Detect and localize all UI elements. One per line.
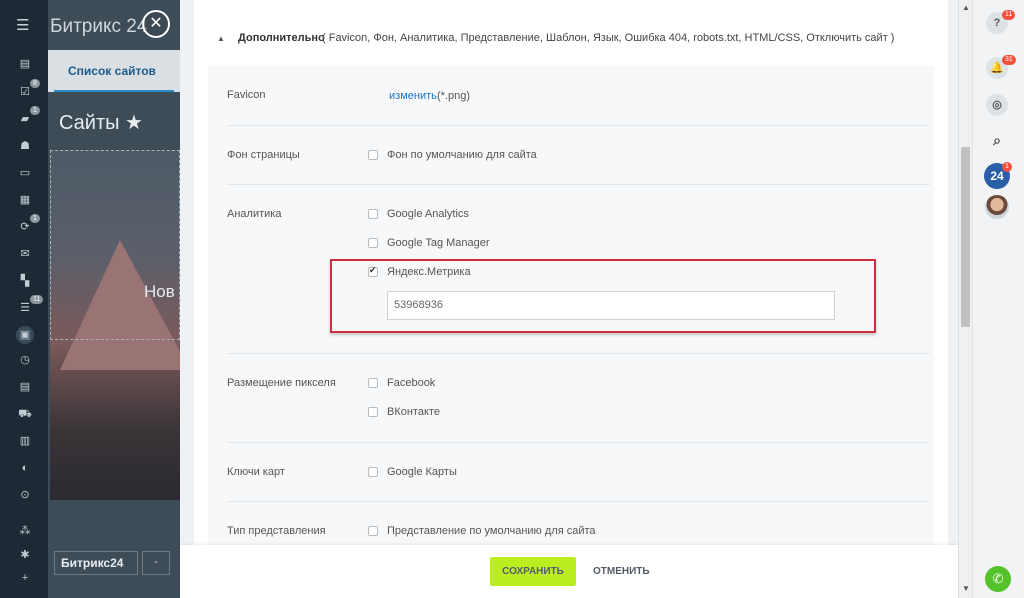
clock-icon[interactable]: ◷ <box>18 353 32 367</box>
google-maps-label[interactable]: Google Карты <box>387 466 457 478</box>
sync-counter: 1 <box>30 214 40 223</box>
settings-panel: ▲ Дополнительно ( Favicon, Фон, Аналитик… <box>194 0 948 545</box>
background-default-label[interactable]: Фон по умолчанию для сайта <box>387 149 537 161</box>
scrollbar[interactable]: ▲ ▼ <box>958 0 972 598</box>
favicon-change-link[interactable]: изменить <box>389 90 437 102</box>
section-details: ( Favicon, Фон, Аналитика, Представление… <box>322 32 895 44</box>
filter-icon[interactable]: ☰ <box>18 301 32 315</box>
scroll-up-icon[interactable]: ▲ <box>962 3 970 12</box>
help-badge: 11 <box>1002 10 1016 20</box>
groups-icon[interactable]: ☗ <box>18 139 32 153</box>
chat-counter: 1 <box>30 106 40 115</box>
vkontakte-label[interactable]: ВКонтакте <box>387 406 440 418</box>
save-button[interactable]: СОХРАНИТЬ <box>490 557 576 586</box>
gear-icon[interactable]: ✱ <box>18 548 32 562</box>
action-bar: СОХРАНИТЬ ОТМЕНИТЬ <box>180 545 958 598</box>
mail-icon[interactable]: ✉ <box>18 247 32 261</box>
footer-dropdown-button[interactable]: - <box>142 551 170 575</box>
cancel-button[interactable]: ОТМЕНИТЬ <box>593 566 650 577</box>
background-label: Фон страницы <box>227 149 300 161</box>
google-analytics-label[interactable]: Google Analytics <box>387 208 469 220</box>
contacts-icon[interactable]: ▤ <box>18 380 32 394</box>
yandex-metrika-checkbox[interactable] <box>368 265 378 277</box>
moon-icon[interactable]: ◐ <box>18 461 32 475</box>
background-default-checkbox[interactable] <box>368 150 378 160</box>
chat-bubble-icon[interactable]: ◎ <box>986 94 1008 116</box>
section-header-additional[interactable]: ▲ Дополнительно ( Favicon, Фон, Аналитик… <box>194 20 948 58</box>
right-sidebar: ? 11 🔔 31 ◎ ⌕ 24 1 ✆ <box>972 0 1024 598</box>
bitrix24-badge: 1 <box>1002 162 1012 172</box>
app-logo: Битрикс 24 <box>50 16 148 37</box>
tab-site-list[interactable]: Список сайтов <box>68 64 156 78</box>
analytics-label: Аналитика <box>227 208 282 220</box>
network-icon[interactable]: ⁂ <box>18 524 32 538</box>
search-icon[interactable]: ⌕ <box>986 129 1008 151</box>
tab-underline <box>54 90 174 92</box>
scrollbar-thumb[interactable] <box>961 147 970 327</box>
favicon-label: Favicon <box>227 89 266 101</box>
section-body: Favicon изменить (*.png) Фон страницы Фо… <box>208 66 934 545</box>
add-icon[interactable]: + <box>18 571 32 585</box>
divider <box>227 442 930 443</box>
view-default-label[interactable]: Представление по умолчанию для сайта <box>387 525 596 537</box>
google-tag-manager-label[interactable]: Google Tag Manager <box>387 237 490 249</box>
favicon-hint: (*.png) <box>437 90 471 102</box>
scroll-down-icon[interactable]: ▼ <box>962 584 970 593</box>
map-keys-label: Ключи карт <box>227 466 285 478</box>
more-icon[interactable]: ⊙ <box>18 488 32 502</box>
footer-logo-button[interactable]: Битрикс24 <box>54 551 138 575</box>
tasks-counter: 8 <box>30 79 40 88</box>
avatar[interactable] <box>985 195 1009 219</box>
yandex-metrika-label[interactable]: Яндекс.Метрика <box>387 266 471 278</box>
google-maps-checkbox[interactable] <box>368 467 378 477</box>
chat-icon[interactable]: ▰ <box>18 112 32 126</box>
close-slider-button[interactable]: ✕ <box>142 10 170 38</box>
apps-icon[interactable]: ▚ <box>18 274 32 288</box>
page-title: Сайты ★ <box>59 112 143 134</box>
feed-icon[interactable]: ▤ <box>18 57 32 71</box>
divider <box>227 353 930 354</box>
section-title: Дополнительно <box>238 32 325 44</box>
background-page: Битрикс 24 Список сайтов Сайты ★ Нов Бит… <box>48 0 180 598</box>
metrika-counter-input[interactable]: 53968936 <box>387 291 835 320</box>
settings-slider: ▲ Дополнительно ( Favicon, Фон, Аналитик… <box>180 0 958 598</box>
sync-icon[interactable]: ⟳ <box>18 220 32 234</box>
vkontakte-checkbox[interactable] <box>368 407 378 417</box>
chevron-up-icon[interactable]: ▲ <box>217 34 225 43</box>
google-tag-manager-checkbox[interactable] <box>368 238 378 248</box>
google-analytics-checkbox[interactable] <box>368 209 378 219</box>
menu-icon[interactable]: ☰ <box>16 16 32 34</box>
view-default-checkbox[interactable] <box>368 526 378 536</box>
phone-icon[interactable]: ✆ <box>985 566 1011 592</box>
view-type-label: Тип представления <box>227 525 326 537</box>
filter-counter: 11 <box>30 295 44 304</box>
shop-icon[interactable]: ⛟ <box>18 407 32 421</box>
sites-icon[interactable]: ▣ <box>16 326 34 344</box>
drive-icon[interactable]: ▭ <box>18 166 32 180</box>
divider <box>227 501 930 502</box>
divider <box>227 184 930 185</box>
pixel-label: Размещение пикселя <box>227 377 336 389</box>
tasks-icon[interactable]: ☑ <box>18 85 32 99</box>
facebook-label[interactable]: Facebook <box>387 377 435 389</box>
notifications-badge: 31 <box>1002 55 1016 65</box>
calendar-icon[interactable]: ▦ <box>18 193 32 207</box>
left-sidebar: ☰ ▤ ☑ 8 ▰ 1 ☗ ▭ ▦ ⟳ 1 ✉ ▚ ☰ 11 ▣ ◷ ▤ ⛟ ▥… <box>0 0 48 598</box>
divider <box>227 125 930 126</box>
facebook-checkbox[interactable] <box>368 378 378 388</box>
new-site-card[interactable] <box>50 150 180 340</box>
new-site-label: Нов <box>144 282 175 301</box>
analytics-icon[interactable]: ▥ <box>18 434 32 448</box>
